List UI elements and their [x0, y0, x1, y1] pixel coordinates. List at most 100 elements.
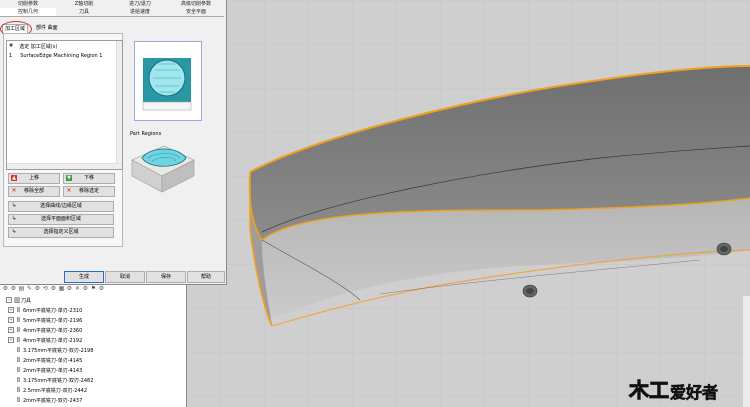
endmill-icon: Ⅱ: [16, 376, 21, 384]
tree-item[interactable]: + Ⅱ 4mm平底铣刀-单刃-2192: [8, 335, 82, 345]
toolbar-icon-10[interactable]: ✕: [74, 285, 81, 293]
part-regions-label: Part Regions: [130, 131, 162, 137]
expand-icon[interactable]: +: [8, 307, 14, 313]
endmill-icon: Ⅱ: [16, 336, 21, 344]
tree-item[interactable]: Ⅱ 2mm平底铣刀-双刃-2437: [8, 395, 83, 405]
remove-selected-label: 移除选定: [78, 188, 99, 194]
x-icon: ✕: [66, 187, 72, 194]
tree-item-label: 5mm平底铣刀-单刃-2196: [23, 317, 83, 324]
list-item[interactable]: 1 SurfaceEdge Machining Region 1: [9, 53, 102, 59]
watermark-part1: 木工: [629, 378, 670, 403]
tab-cut-params[interactable]: 切削参数: [0, 0, 56, 8]
col-name: 选定 加工区域(s): [19, 44, 58, 50]
tree-item-label: 2mm平底铣刀-单刃-4145: [23, 357, 83, 364]
pointer-icon: ↳: [11, 202, 17, 209]
toolbar-icon-3[interactable]: ▤: [18, 285, 25, 293]
tree-item-label: 2mm平底铣刀-单刃-4143: [23, 367, 83, 374]
tab-entry-exit[interactable]: 进刀/退刀: [112, 0, 168, 8]
endmill-icon: Ⅱ: [16, 386, 21, 394]
tree-root-tools[interactable]: − ▥ 刀具: [6, 296, 31, 304]
select-plane-label: 选择平面面积区域: [40, 216, 81, 222]
toolbar-icon-8[interactable]: ▦: [58, 285, 65, 293]
tree-item[interactable]: + Ⅱ 5mm平底铣刀-单刃-2196: [8, 315, 82, 325]
move-down-button[interactable]: ▼ 下移: [63, 173, 115, 184]
tab-feeds[interactable]: 进给速度: [112, 8, 168, 16]
tab-row-1: 切削参数 Z轴切削 进刀/退刀 高级切削参数: [0, 0, 224, 8]
endmill-icon: Ⅱ: [16, 396, 21, 404]
x-icon: ✕: [11, 187, 17, 194]
machining-operation-dialog: 切削参数 Z轴切削 进刀/退刀 高级切削参数 控制几何 刀具 进给速度 安全平面…: [0, 0, 227, 285]
part-regions-image: [130, 138, 196, 196]
tab-advanced[interactable]: 高级切削参数: [168, 0, 224, 8]
remove-all-button[interactable]: ✕ 移除全部: [8, 186, 60, 197]
row-name: SurfaceEdge Machining Region 1: [20, 53, 103, 59]
toolbar-icon-2[interactable]: ⚙: [10, 285, 17, 293]
select-custom-button[interactable]: ↳ 选择指定义区域: [8, 227, 114, 238]
remove-selected-button[interactable]: ✕ 移除选定: [63, 186, 115, 197]
endmill-icon: Ⅱ: [16, 316, 21, 324]
tree-item-label: 2.5mm平底铣刀-双刃-2442: [23, 387, 88, 394]
list-header: # 选定 加工区域(s): [9, 43, 57, 50]
toolbar-icon-7[interactable]: ⚙: [50, 285, 57, 293]
tree-vscroll[interactable]: [743, 296, 750, 407]
browser-toolbar: ⚙ ⚙ ▤ ✎ ⚙ ⟲ ⚙ ▦ ⚙ ✕ ⚙ ⚑ ⚙: [2, 285, 105, 295]
list-vscroll[interactable]: [116, 41, 122, 169]
tab-tools[interactable]: 刀具: [56, 8, 112, 16]
generate-button[interactable]: 生成: [64, 271, 104, 283]
toolbar-icon-6[interactable]: ⟲: [42, 285, 49, 293]
tree-item-label: 6mm平底铣刀-单刃-2310: [23, 307, 83, 314]
tree-item[interactable]: + Ⅱ 4mm平底铣刀-单刃-2360: [8, 325, 82, 335]
tab-control-geometry[interactable]: 控制几何: [0, 8, 56, 16]
tree-root-label: 刀具: [21, 297, 32, 304]
tree-item[interactable]: Ⅱ 2mm平底铣刀-单刃-4143: [8, 365, 83, 375]
pointer-icon: ↳: [11, 215, 17, 222]
watermark-part2: 爱好者: [670, 383, 719, 403]
select-curves-label: 选择曲线/边缘区域: [40, 203, 82, 209]
subtab-part-surfaces[interactable]: 部件 曲面: [34, 24, 60, 33]
expand-icon[interactable]: +: [8, 317, 14, 323]
remove-all-label: 移除全部: [23, 188, 44, 194]
toolbar-icon-11[interactable]: ⚙: [82, 285, 89, 293]
pointer-icon: ↳: [11, 228, 17, 235]
tree-item[interactable]: Ⅱ 2mm平底铣刀-单刃-4145: [8, 355, 83, 365]
list-hscroll[interactable]: [7, 163, 122, 169]
tree-item-label: 3.175mm平底铣刀-双刃-2482: [23, 377, 94, 384]
select-plane-button[interactable]: ↳ 选择平面面积区域: [8, 214, 114, 225]
endmill-icon: Ⅱ: [16, 326, 21, 334]
move-up-label: 上移: [28, 175, 39, 181]
toolbar-icon-9[interactable]: ⚙: [66, 285, 73, 293]
endmill-icon: Ⅱ: [16, 306, 21, 314]
tool-folder-icon: ▥: [14, 296, 21, 304]
tree-item-label: 3.175mm平底铣刀-双刃-2198: [23, 347, 94, 354]
regions-listbox[interactable]: # 选定 加工区域(s) 1 SurfaceEdge Machining Reg…: [6, 40, 123, 170]
toolbar-icon-13[interactable]: ⚙: [98, 285, 105, 293]
toolbar-icon-4[interactable]: ✎: [26, 285, 33, 293]
help-button[interactable]: 帮助: [187, 271, 225, 283]
watermark-logo: 木工 爱好者: [629, 371, 719, 403]
tree-item[interactable]: Ⅱ 3.175mm平底铣刀-双刃-2198: [8, 345, 94, 355]
save-button[interactable]: 保存: [146, 271, 186, 283]
tree-item[interactable]: Ⅱ 2.5mm平底铣刀-双刃-2442: [8, 385, 87, 395]
endmill-icon: Ⅱ: [16, 346, 21, 354]
region-preview-image: [134, 41, 202, 121]
tree-item[interactable]: Ⅱ 3.175mm平底铣刀-双刃-2482: [8, 375, 94, 385]
select-custom-label: 选择指定义区域: [43, 229, 79, 235]
collapse-icon[interactable]: −: [6, 297, 12, 303]
tree-item-label: 4mm平底铣刀-单刃-2192: [23, 337, 83, 344]
expand-icon[interactable]: +: [8, 337, 14, 343]
move-up-button[interactable]: ▲ 上移: [8, 173, 60, 184]
tab-z-cut[interactable]: Z轴切削: [56, 0, 112, 8]
toolbar-icon-5[interactable]: ⚙: [34, 285, 41, 293]
toolbar-icon-12[interactable]: ⚑: [90, 285, 97, 293]
cancel-button[interactable]: 取消: [105, 271, 145, 283]
select-curves-button[interactable]: ↳ 选择曲线/边缘区域: [8, 201, 114, 212]
toolbar-icon-1[interactable]: ⚙: [2, 285, 9, 293]
tree-item-label: 4mm平底铣刀-单刃-2360: [23, 327, 83, 334]
tab-row-2: 控制几何 刀具 进给速度 安全平面: [0, 8, 224, 17]
row-index: 1: [9, 53, 13, 59]
expand-icon[interactable]: +: [8, 327, 14, 333]
tree-item[interactable]: + Ⅱ 6mm平底铣刀-单刃-2310: [8, 305, 82, 315]
move-down-label: 下移: [83, 175, 94, 181]
tree-item-label: 2mm平底铣刀-双刃-2437: [23, 397, 83, 404]
tab-clearance-plane[interactable]: 安全平面: [168, 8, 224, 16]
